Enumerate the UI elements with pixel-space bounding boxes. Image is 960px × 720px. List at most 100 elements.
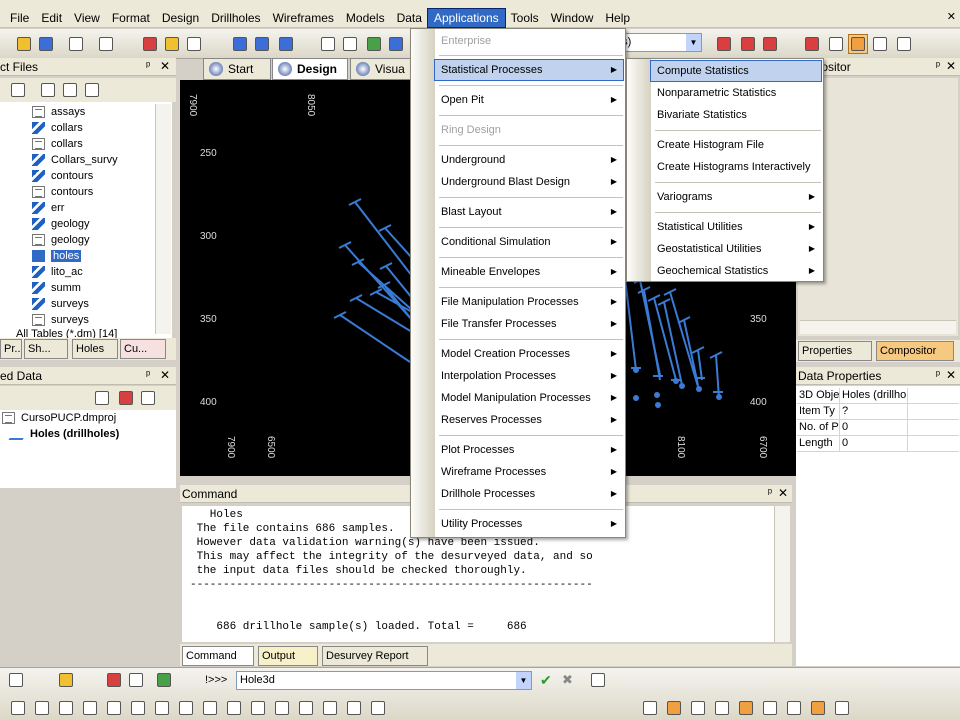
- pen-icon[interactable]: [344, 698, 364, 718]
- pin-icon[interactable]: ᵖ: [768, 487, 772, 499]
- menu-file[interactable]: File: [4, 9, 35, 27]
- menu-design[interactable]: Design: [156, 9, 205, 27]
- menu-drillholes[interactable]: Drillholes: [205, 9, 266, 27]
- run-icon[interactable]: [154, 670, 174, 690]
- menu-item-underground-blast-design[interactable]: Underground Blast Design ▶: [435, 172, 623, 192]
- tree-item[interactable]: contours: [32, 168, 93, 184]
- pin-icon[interactable]: ᵖ: [146, 60, 150, 72]
- command-input[interactable]: Hole3d ▼: [236, 671, 532, 690]
- menu-item-nonparametric-statistics[interactable]: Nonparametric Statistics: [651, 83, 821, 103]
- close-icon[interactable]: ✕: [946, 368, 956, 382]
- rhombus-icon[interactable]: [832, 698, 852, 718]
- data-icon[interactable]: [386, 34, 406, 54]
- rotate-icon[interactable]: [200, 698, 220, 718]
- tab-design[interactable]: Design: [272, 58, 348, 80]
- menu-item-wireframe-processes[interactable]: Wireframe Processes ▶: [435, 462, 623, 482]
- menu-item-variograms[interactable]: Variograms ▶: [651, 187, 821, 207]
- book-icon[interactable]: [140, 34, 160, 54]
- property-row[interactable]: No. of P0: [797, 420, 959, 436]
- menu-item-reserves-processes[interactable]: Reserves Processes ▶: [435, 410, 623, 430]
- home-icon[interactable]: [162, 34, 182, 54]
- menu-item-model-manipulation-processes[interactable]: Model Manipulation Processes ▶: [435, 388, 623, 408]
- menu-item-blast-layout[interactable]: Blast Layout ▶: [435, 202, 623, 222]
- menu-tools[interactable]: Tools: [505, 9, 545, 27]
- project-name[interactable]: CursoPUCP.dmproj: [21, 412, 116, 424]
- move-icon[interactable]: [176, 698, 196, 718]
- menu-item-file-transfer-processes[interactable]: File Transfer Processes ▶: [435, 314, 623, 334]
- window-arrange-icon[interactable]: [276, 34, 296, 54]
- cut-icon[interactable]: [66, 34, 86, 54]
- tree-item[interactable]: Collars_survy: [32, 152, 118, 168]
- arc-icon[interactable]: [272, 698, 292, 718]
- pin-icon[interactable]: ᵖ: [936, 369, 940, 381]
- property-row[interactable]: Length 0: [797, 436, 959, 452]
- tree-item[interactable]: holes: [32, 248, 82, 264]
- string-icon[interactable]: [104, 698, 124, 718]
- property-value[interactable]: ?: [840, 404, 908, 419]
- new-file-icon[interactable]: [38, 80, 58, 100]
- circle-icon[interactable]: [32, 698, 52, 718]
- menu-item-mineable-envelopes[interactable]: Mineable Envelopes ▶: [435, 262, 623, 282]
- cancel-icon[interactable]: ✖: [562, 672, 573, 688]
- menu-item-file-manipulation-processes[interactable]: File Manipulation Processes ▶: [435, 292, 623, 312]
- tree-item[interactable]: assays: [32, 104, 85, 120]
- spline-icon[interactable]: [664, 698, 684, 718]
- tree-item[interactable]: lito_ac: [32, 264, 83, 280]
- menu-wireframes[interactable]: Wireframes: [267, 9, 340, 27]
- menu-item-conditional-simulation[interactable]: Conditional Simulation ▶: [435, 232, 623, 252]
- scatter-icon[interactable]: [802, 34, 822, 54]
- tab-desurvey-report[interactable]: Desurvey Report: [322, 646, 428, 666]
- check-icon[interactable]: ✔: [540, 672, 552, 689]
- menu-item-create-histograms-interactively[interactable]: Create Histograms Interactively: [651, 157, 821, 177]
- tree-item[interactable]: collars: [32, 120, 83, 136]
- search-icon[interactable]: [588, 670, 608, 690]
- close-icon[interactable]: ✕: [947, 10, 956, 23]
- menu-item-plot-processes[interactable]: Plot Processes ▶: [435, 440, 623, 460]
- menu-edit[interactable]: Edit: [35, 9, 68, 27]
- menu-item-bivariate-statistics[interactable]: Bivariate Statistics: [651, 105, 821, 125]
- close-icon[interactable]: ✕: [160, 59, 170, 73]
- tab-sheets[interactable]: Sh...: [24, 339, 68, 359]
- active-tool-icon[interactable]: [848, 34, 868, 54]
- tab-project[interactable]: Pr...: [0, 339, 22, 359]
- menu-item-statistical-utilities[interactable]: Statistical Utilities ▶: [651, 217, 821, 237]
- help-icon[interactable]: [184, 34, 204, 54]
- menu-models[interactable]: Models: [340, 9, 391, 27]
- tree-item[interactable]: collars: [32, 136, 83, 152]
- tree-item[interactable]: contours: [32, 184, 93, 200]
- close-icon[interactable]: ✕: [160, 368, 170, 382]
- pin-icon[interactable]: ᵖ: [936, 60, 940, 72]
- fillet-icon[interactable]: [296, 698, 316, 718]
- property-value[interactable]: Holes (drillhol: [840, 388, 908, 403]
- menu-item-underground[interactable]: Underground ▶: [435, 150, 623, 170]
- menu-window[interactable]: Window: [545, 9, 600, 27]
- trim-icon[interactable]: [736, 698, 756, 718]
- tree-item[interactable]: err: [32, 200, 64, 216]
- polygon-icon[interactable]: [80, 698, 100, 718]
- command-scrollbar[interactable]: [774, 506, 790, 642]
- filter-icon[interactable]: [82, 80, 102, 100]
- print-icon[interactable]: [96, 34, 116, 54]
- property-row[interactable]: 3D Obje Holes (drillhol: [797, 388, 959, 404]
- save-icon[interactable]: [36, 34, 56, 54]
- curve-icon[interactable]: [640, 698, 660, 718]
- record-icon[interactable]: [104, 670, 124, 690]
- chevron-down-icon[interactable]: ▼: [516, 672, 531, 689]
- property-value[interactable]: 0: [840, 436, 908, 451]
- unload-icon[interactable]: [116, 388, 136, 408]
- tree-item[interactable]: geology: [32, 232, 90, 248]
- points-delete-icon[interactable]: [760, 34, 780, 54]
- menu-data[interactable]: Data: [391, 9, 428, 27]
- line-icon[interactable]: [8, 698, 28, 718]
- close-icon[interactable]: ✕: [778, 486, 788, 500]
- menu-applications[interactable]: Applications: [426, 7, 506, 28]
- tab-command[interactable]: Command: [182, 646, 254, 666]
- menu-item-geochemical-statistics[interactable]: Geochemical Statistics ▶: [651, 261, 821, 281]
- extend-icon[interactable]: [248, 698, 268, 718]
- menu-item-create-histogram-file[interactable]: Create Histogram File: [651, 135, 821, 155]
- stop-icon[interactable]: [126, 670, 146, 690]
- menu-item-utility-processes[interactable]: Utility Processes ▶: [435, 514, 623, 534]
- point-icon[interactable]: [128, 698, 148, 718]
- menu-item-open-pit[interactable]: Open Pit ▶: [435, 90, 623, 110]
- erase-icon[interactable]: [368, 698, 388, 718]
